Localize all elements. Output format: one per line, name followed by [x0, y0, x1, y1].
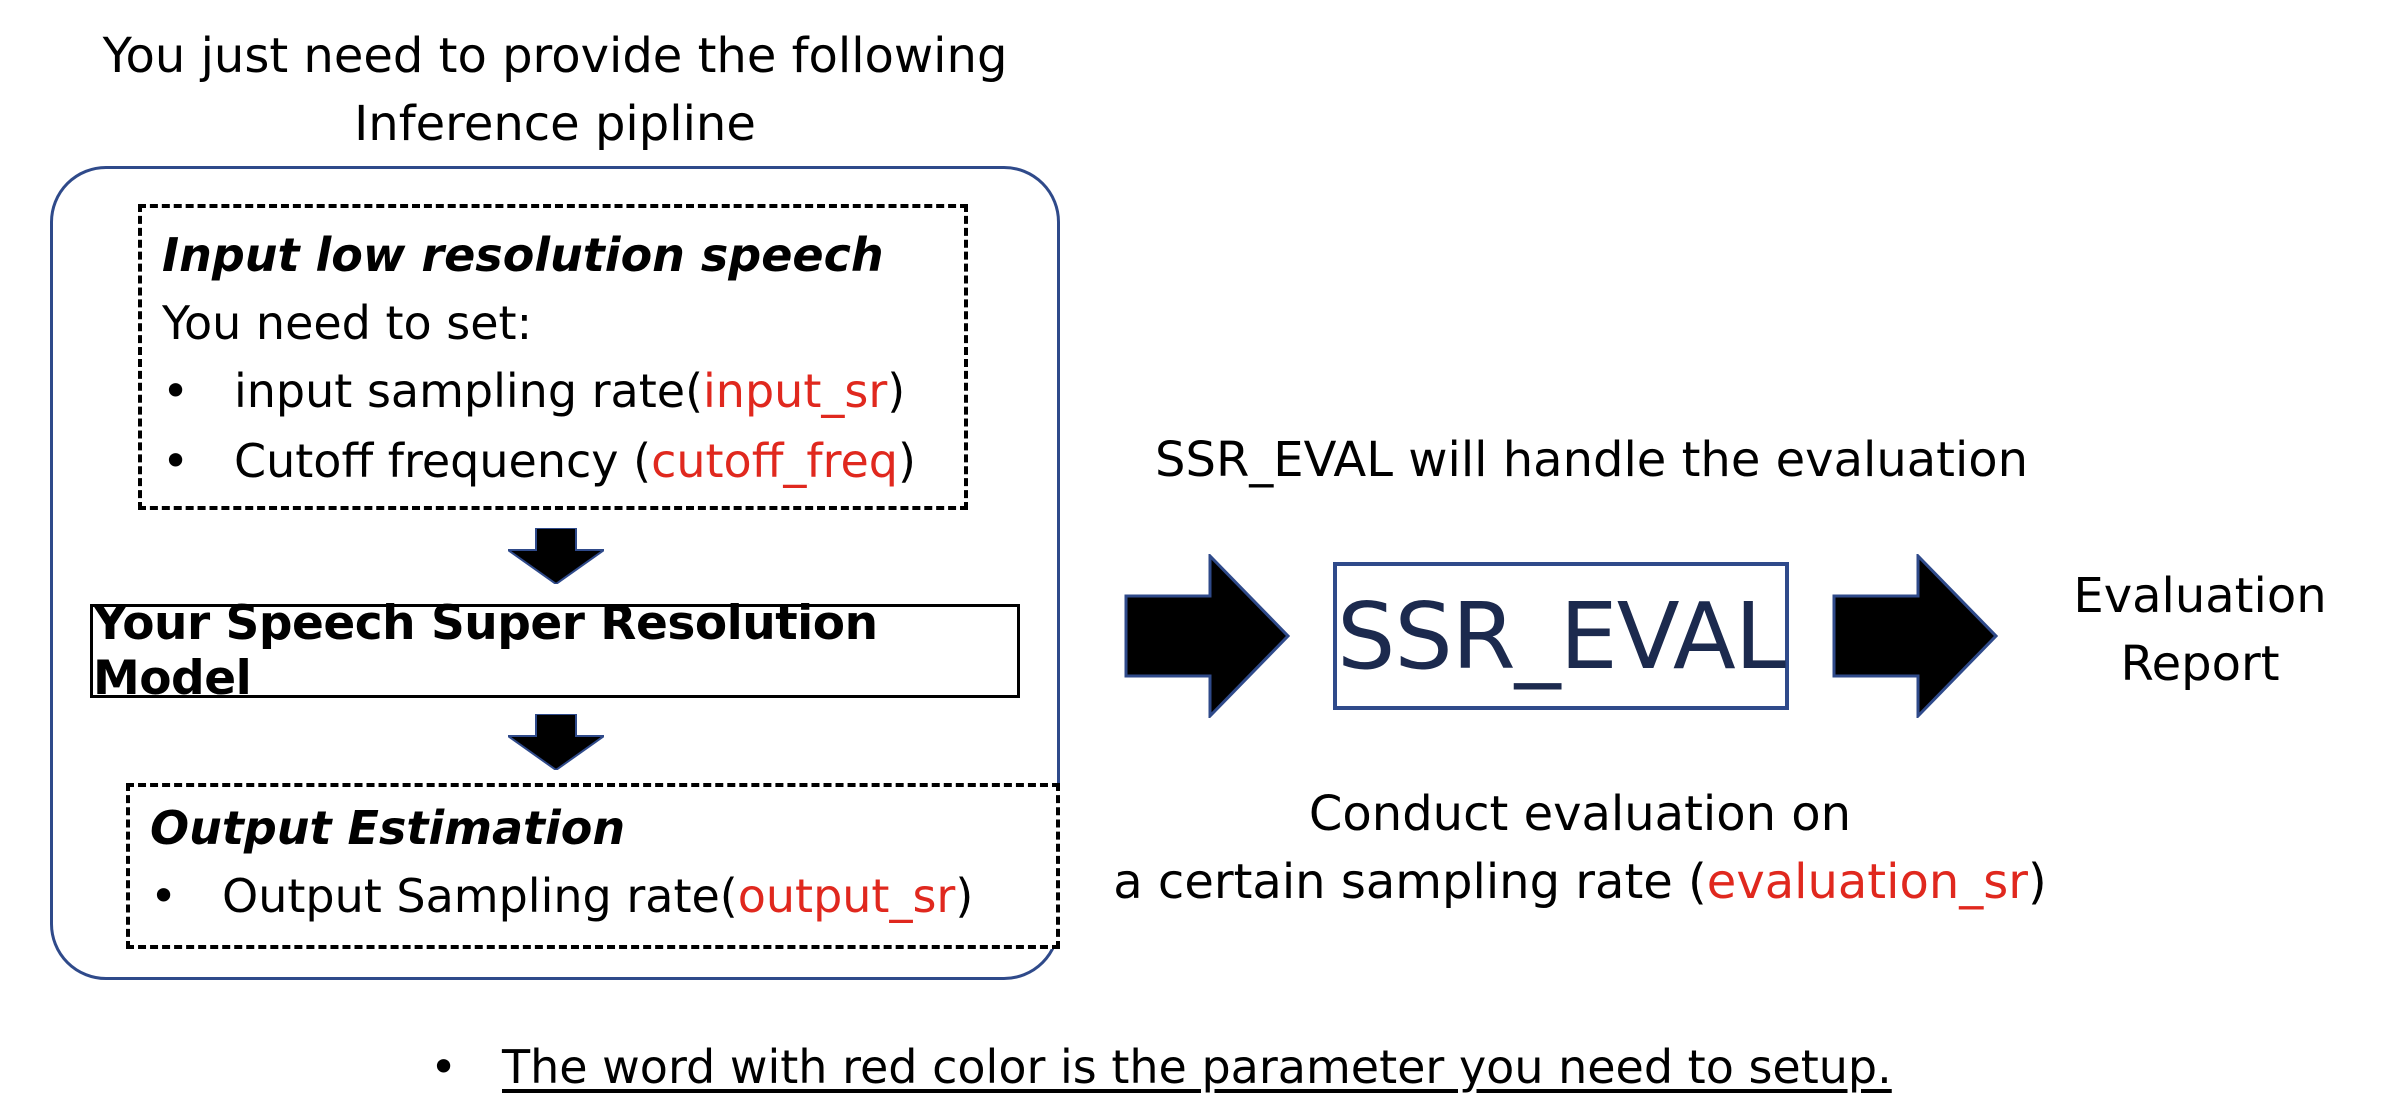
right-arrow-icon — [1832, 554, 1998, 718]
bullet: • — [162, 434, 190, 488]
param-input-sr: input_sr — [703, 364, 888, 418]
input-box-title: Input low resolution speech — [162, 228, 884, 282]
param-evaluation-sr: evaluation_sr — [1706, 854, 2028, 910]
item-suffix: ) — [887, 364, 906, 418]
note-line-2: a certain sampling rate (evaluation_sr) — [1110, 848, 2050, 916]
ssr-eval-caption: SSR_EVAL will handle the evaluation — [1155, 432, 2029, 488]
model-box: Your Speech Super Resolution Model — [90, 596, 1020, 706]
item-text: input sampling rate( — [234, 364, 704, 418]
report-line-1: Evaluation — [2073, 568, 2327, 624]
footer-bullet: • — [430, 1040, 458, 1094]
output-box: Output Estimation • Output Sampling rate(… — [126, 783, 1060, 949]
footer-note: • The word with red color is the paramete… — [430, 1040, 1892, 1094]
output-param-item: • Output Sampling rate(output_sr) — [150, 869, 973, 923]
down-arrow-icon — [508, 714, 604, 770]
note-suffix: ) — [2028, 854, 2047, 910]
item-suffix: ) — [897, 434, 916, 488]
input-param-item: • input sampling rate(input_sr) — [162, 364, 905, 418]
header: You just need to provide the following I… — [60, 22, 1050, 158]
bullet: • — [162, 364, 190, 418]
header-line-1: You just need to provide the following — [102, 28, 1008, 84]
header-line-2: Inference pipline — [354, 96, 756, 152]
note-prefix: a certain sampling rate ( — [1113, 854, 1707, 910]
param-output-sr: output_sr — [737, 869, 956, 923]
input-box-subtitle: You need to set: — [162, 296, 533, 350]
ssr-eval-box: SSR_EVAL — [1333, 562, 1789, 710]
note-line-1: Conduct evaluation on — [1308, 786, 1852, 842]
input-box: Input low resolution speech You need to … — [138, 204, 968, 510]
evaluation-report: Evaluation Report — [2040, 562, 2360, 698]
item-suffix: ) — [955, 869, 974, 923]
item-text: Output Sampling rate( — [222, 869, 738, 923]
input-param-item: • Cutoff frequency (cutoff_freq) — [162, 434, 916, 488]
report-line-2: Report — [2120, 636, 2280, 692]
footer-text: The word with red color is the parameter… — [502, 1040, 1892, 1094]
item-text: Cutoff frequency ( — [234, 434, 652, 488]
right-arrow-icon — [1124, 554, 1290, 718]
down-arrow-icon — [508, 528, 604, 584]
param-cutoff-freq: cutoff_freq — [651, 434, 898, 488]
output-box-title: Output Estimation — [150, 801, 626, 855]
bullet: • — [150, 869, 178, 923]
evaluation-note: Conduct evaluation on a certain sampling… — [1110, 780, 2050, 916]
